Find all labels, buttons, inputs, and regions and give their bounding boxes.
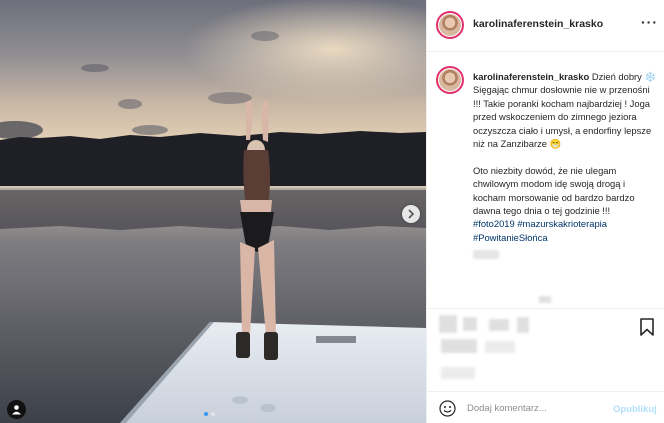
caption-avatar[interactable] xyxy=(436,66,464,94)
actions-section xyxy=(427,308,664,390)
blurred-likes xyxy=(441,339,477,353)
user-tag-button[interactable] xyxy=(7,400,26,419)
post-header: karolinaferenstein_krasko ··· xyxy=(427,0,664,52)
header-username[interactable]: karolinaferenstein_krasko xyxy=(473,18,603,30)
post-side-panel: karolinaferenstein_krasko ··· karolinafe… xyxy=(426,0,664,423)
comment-bar: Opublikuj xyxy=(427,391,664,423)
blurred-action-icon[interactable] xyxy=(517,317,529,333)
hashtag-link[interactable]: #PowitanieSłońca xyxy=(473,232,548,243)
blurred-likes xyxy=(485,341,515,353)
hashtag-link[interactable]: #mazurskakrioterapia xyxy=(517,218,607,229)
lake-scene-image xyxy=(0,0,426,423)
more-icon[interactable]: ··· xyxy=(641,14,658,30)
chevron-right-icon xyxy=(408,209,415,219)
emoji-icon[interactable] xyxy=(439,400,456,417)
user-tag-icon xyxy=(12,405,21,415)
blurred-timestamp xyxy=(441,367,475,379)
next-image-button[interactable] xyxy=(402,205,420,223)
avatar[interactable] xyxy=(436,11,464,39)
hashtags: #foto2019 #mazurskakrioterapia #Powitani… xyxy=(473,217,659,244)
caption-text: karolinaferenstein_krasko Dzień dobry ❄️… xyxy=(473,70,659,260)
comment-input[interactable] xyxy=(467,398,607,418)
caption-paragraph-2: Oto niezbity dowód, że nie ulegam chwilo… xyxy=(473,164,635,217)
bookmark-icon[interactable] xyxy=(639,318,655,336)
blurred-action-icon[interactable] xyxy=(489,319,509,331)
carousel-indicator xyxy=(204,412,215,416)
blurred-content xyxy=(473,250,499,260)
hashtag-link[interactable]: #foto2019 xyxy=(473,218,515,229)
caption-section: karolinaferenstein_krasko Dzień dobry ❄️… xyxy=(427,53,664,308)
carousel-dot-2 xyxy=(211,412,215,416)
caption-username[interactable]: karolinaferenstein_krasko xyxy=(473,71,589,82)
blurred-content xyxy=(539,296,551,303)
carousel-dot-1 xyxy=(204,412,208,416)
blurred-action-icon[interactable] xyxy=(439,315,457,333)
blurred-action-icon[interactable] xyxy=(463,317,477,331)
caption-paragraph-1: Dzień dobry ❄️ Sięgając chmur dosłownie … xyxy=(473,71,657,150)
post-photo[interactable] xyxy=(0,0,426,423)
publish-button[interactable]: Opublikuj xyxy=(613,404,657,415)
